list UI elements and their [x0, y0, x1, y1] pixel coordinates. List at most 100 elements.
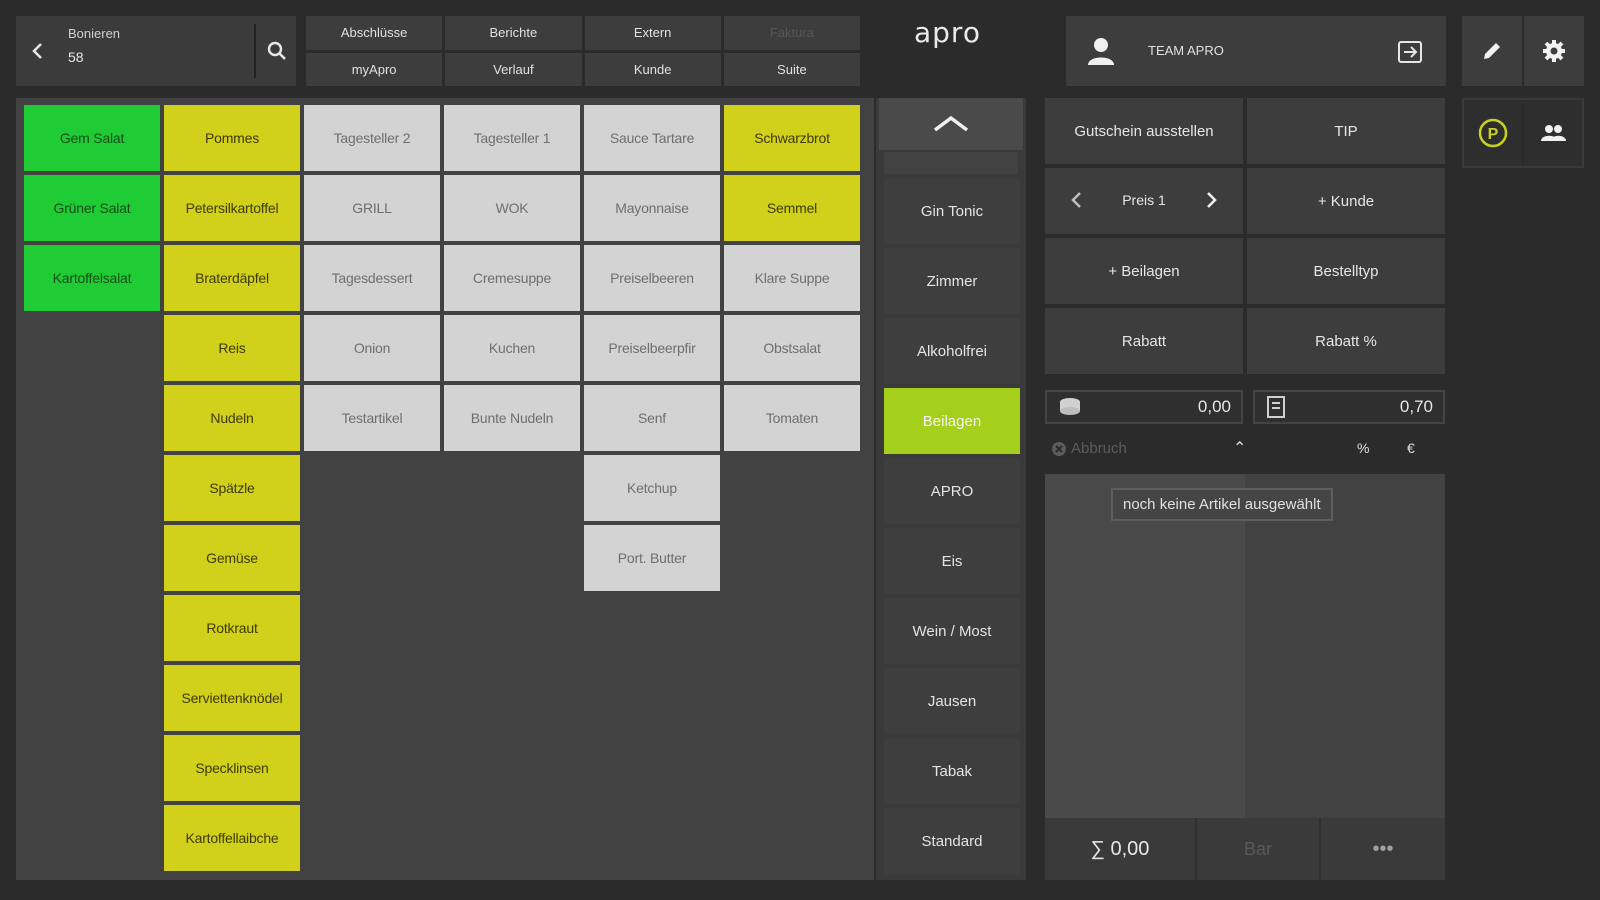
nav-abschluesse[interactable]: Abschlüsse: [306, 16, 443, 50]
people-button[interactable]: [1524, 100, 1582, 166]
nav-suite[interactable]: Suite: [723, 52, 860, 86]
logout-icon[interactable]: [1396, 38, 1424, 66]
product-tile[interactable]: Specklinsen: [164, 735, 300, 801]
product-tile[interactable]: Obstsalat: [724, 315, 860, 381]
page-title: Bonieren: [68, 26, 121, 41]
product-tile[interactable]: Kartoffellaibche: [164, 805, 300, 871]
product-tile[interactable]: Serviettenknödel: [164, 665, 300, 731]
product-tile[interactable]: Kartoffelsalat: [24, 245, 160, 311]
product-tile[interactable]: Preiselbeeren: [584, 245, 720, 311]
order-type-button[interactable]: Bestelltyp: [1247, 238, 1445, 304]
product-tile[interactable]: Gemüse: [164, 525, 300, 591]
product-tile[interactable]: Nudeln: [164, 385, 300, 451]
top-navigation: Abschlüsse Berichte Extern Faktura myApr…: [306, 16, 860, 86]
discount-button[interactable]: Rabatt: [1045, 308, 1243, 374]
product-tile[interactable]: Reis: [164, 315, 300, 381]
product-tile[interactable]: Preiselbeerpfir: [584, 315, 720, 381]
product-tile[interactable]: Rotkraut: [164, 595, 300, 661]
product-tile[interactable]: Tagesteller 2: [304, 105, 440, 171]
category-beilagen[interactable]: Beilagen: [884, 388, 1020, 454]
product-tile[interactable]: Gem Salat: [24, 105, 160, 171]
product-tile[interactable]: Klare Suppe: [724, 245, 860, 311]
product-tile[interactable]: Testartikel: [304, 385, 440, 451]
scroll-up-button[interactable]: [879, 98, 1023, 150]
gear-icon: [1543, 40, 1565, 62]
nav-kunde[interactable]: Kunde: [584, 52, 721, 86]
product-tile[interactable]: Bunte Nudeln: [444, 385, 580, 451]
product-tile[interactable]: Spätzle: [164, 455, 300, 521]
svg-text:P: P: [1488, 126, 1499, 143]
euro-toggle[interactable]: €: [1407, 440, 1415, 456]
category-zimmer[interactable]: Zimmer: [884, 248, 1020, 314]
category-standard[interactable]: Standard: [884, 808, 1020, 874]
product-tile[interactable]: GRILL: [304, 175, 440, 241]
product-tile[interactable]: Petersilkartoffel: [164, 175, 300, 241]
header-bar: Bonieren 58: [16, 16, 296, 86]
order-list-column: [1045, 474, 1245, 818]
cash-amount-box: 0,00: [1045, 390, 1243, 424]
people-icon: [1541, 125, 1566, 141]
parking-button[interactable]: P: [1464, 100, 1522, 166]
product-tile[interactable]: Senf: [584, 385, 720, 451]
product-tile[interactable]: Braterdäpfel: [164, 245, 300, 311]
category-alkoholfrei[interactable]: Alkoholfrei: [884, 318, 1020, 384]
category-jausen[interactable]: Jausen: [884, 668, 1020, 734]
add-sides-button[interactable]: + Beilagen: [1045, 238, 1243, 304]
divider: [254, 24, 256, 78]
search-button[interactable]: [258, 16, 296, 86]
product-tile[interactable]: Onion: [304, 315, 440, 381]
percent-toggle[interactable]: %: [1357, 440, 1369, 456]
close-circle-icon: [1052, 441, 1066, 456]
settings-button[interactable]: [1524, 16, 1584, 86]
product-tile[interactable]: Tomaten: [724, 385, 860, 451]
product-tile[interactable]: Kuchen: [444, 315, 580, 381]
nav-myapro[interactable]: myApro: [306, 52, 443, 86]
product-tile[interactable]: Tagesteller 1: [444, 105, 580, 171]
product-tile[interactable]: WOK: [444, 175, 580, 241]
category-apro[interactable]: APRO: [884, 458, 1020, 524]
product-tile[interactable]: Grüner Salat: [24, 175, 160, 241]
category-tabak[interactable]: Tabak: [884, 738, 1020, 804]
product-tile[interactable]: Schwarzbrot: [724, 105, 860, 171]
spacer: [884, 152, 1018, 174]
product-tile[interactable]: Semmel: [724, 175, 860, 241]
mode-bar: P: [1462, 98, 1584, 168]
cash-amount: 0,00: [1197, 397, 1231, 416]
product-tile[interactable]: Ketchup: [584, 455, 720, 521]
nav-berichte[interactable]: Berichte: [445, 16, 582, 50]
nav-extern[interactable]: Extern: [584, 16, 721, 50]
tip-button[interactable]: TIP: [1247, 98, 1445, 164]
voucher-button[interactable]: Gutschein ausstellen: [1045, 98, 1243, 164]
more-options-button[interactable]: •••: [1321, 818, 1445, 880]
product-tile[interactable]: Sauce Tartare: [584, 105, 720, 171]
nav-verlauf[interactable]: Verlauf: [445, 52, 582, 86]
receipt-amount: 0,70: [1399, 397, 1433, 416]
title-block: Bonieren 58: [68, 26, 120, 65]
order-total: ∑ 0,00: [1090, 837, 1150, 860]
chevron-right-icon[interactable]: [1199, 188, 1223, 212]
back-button[interactable]: [16, 16, 60, 86]
product-tile[interactable]: Mayonnaise: [584, 175, 720, 241]
edit-settings-bar: [1462, 16, 1584, 86]
action-row: Abbruch ⌃ % €: [1045, 434, 1445, 464]
category-gin-tonic[interactable]: Gin Tonic: [884, 178, 1020, 244]
user-name: TEAM APRO: [1148, 43, 1224, 58]
product-tile[interactable]: Pommes: [164, 105, 300, 171]
nav-faktura[interactable]: Faktura: [723, 16, 860, 50]
discount-percent-button[interactable]: Rabatt %: [1247, 308, 1445, 374]
pencil-icon: [1484, 43, 1500, 59]
price-selector: Preis 1: [1045, 168, 1243, 234]
category-wein-most[interactable]: Wein / Most: [884, 598, 1020, 664]
category-eis[interactable]: Eis: [884, 528, 1020, 594]
abort-button[interactable]: Abbruch: [1051, 440, 1127, 457]
receipt-icon: [1267, 396, 1285, 418]
edit-button[interactable]: [1462, 16, 1522, 86]
add-customer-button[interactable]: + Kunde: [1247, 168, 1445, 234]
product-tile[interactable]: Cremesuppe: [444, 245, 580, 311]
product-tile[interactable]: Port. Butter: [584, 525, 720, 591]
category-column: Gin Tonic Zimmer Alkoholfrei Beilagen AP…: [876, 98, 1026, 880]
chevron-up-icon[interactable]: ⌃: [1233, 438, 1246, 458]
cash-pay-button[interactable]: Bar: [1195, 818, 1321, 880]
product-tile[interactable]: Tagesdessert: [304, 245, 440, 311]
order-list: noch keine Artikel ausgewählt: [1045, 474, 1445, 818]
